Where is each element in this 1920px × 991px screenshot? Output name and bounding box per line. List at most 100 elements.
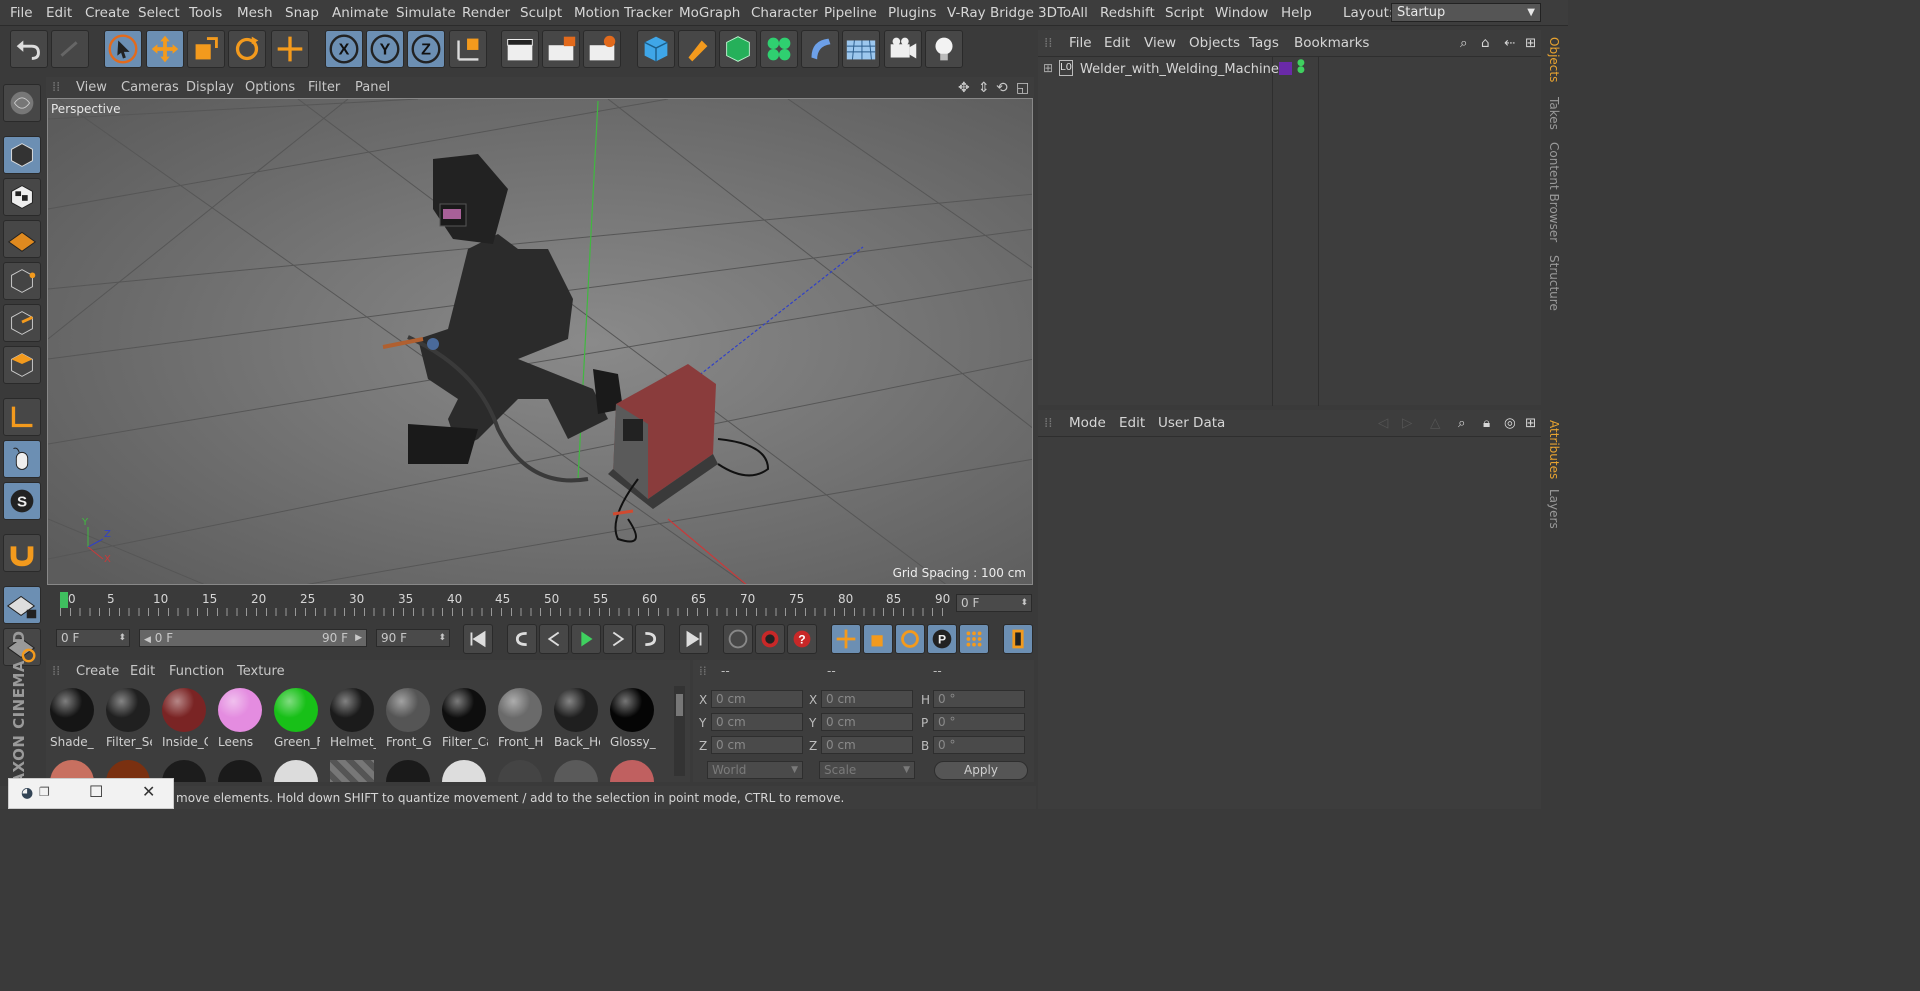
viewport-maximize-icon[interactable]: ◱ (1016, 80, 1029, 96)
viewport-rotate-icon[interactable]: ⟲ (996, 80, 1008, 96)
attribute-menu-mode[interactable]: Mode (1069, 415, 1106, 431)
attribute-menu-edit[interactable]: Edit (1119, 415, 1145, 431)
material-swatch[interactable]: Inside_C (160, 686, 208, 749)
object-menu-tags[interactable]: Tags (1249, 35, 1279, 51)
object-name[interactable]: Welder_with_Welding_Machine (1080, 62, 1279, 77)
object-menu-edit[interactable]: Edit (1104, 35, 1130, 51)
world-dropdown[interactable]: World ▼ (707, 761, 803, 779)
menu-file[interactable]: File (10, 5, 33, 21)
new-window-icon[interactable]: ⊞ (1525, 35, 1536, 51)
viewport-menu-cameras[interactable]: Cameras (121, 80, 179, 95)
move-tool-button[interactable] (146, 30, 184, 68)
current-frame-field[interactable]: 0 F ⬍ (956, 594, 1032, 612)
transform-tool-button[interactable] (271, 30, 309, 68)
points-mode-button[interactable] (3, 262, 41, 300)
home-icon[interactable]: ⌂ (1481, 35, 1490, 51)
timeline-window-button[interactable] (1003, 624, 1033, 654)
menu-character[interactable]: Character (751, 5, 818, 21)
keyframe-selection-button[interactable]: ? (787, 624, 817, 654)
menu-help[interactable]: Help (1281, 5, 1312, 21)
rotation-p-field[interactable]: 0 ° (933, 713, 1025, 731)
playhead[interactable] (60, 592, 68, 608)
material-swatch[interactable]: Shade_ (48, 686, 96, 749)
polygons-mode-button[interactable] (3, 346, 41, 384)
menu-snap[interactable]: Snap (285, 5, 319, 21)
material-swatch[interactable]: Front_G (384, 686, 432, 749)
axis-mode-button[interactable] (3, 398, 41, 436)
tweak-mode-button[interactable] (3, 440, 41, 478)
end-frame-field[interactable]: 90 F ⬍ (376, 629, 450, 647)
material-swatch[interactable]: Filter_Se (104, 686, 152, 749)
menu-motion-tracker[interactable]: Motion Tracker (574, 5, 673, 21)
rotation-b-field[interactable]: 0 ° (933, 736, 1025, 754)
previous-key-button[interactable] (507, 624, 537, 654)
material-scrollbar[interactable] (674, 686, 685, 776)
timeline-ruler[interactable]: 0 5 10 15 20 25 30 35 40 45 50 55 60 65 … (46, 588, 1034, 618)
tab-objects[interactable]: Objects (1547, 37, 1561, 82)
up-arrow-icon[interactable]: △ (1430, 415, 1440, 431)
tab-attributes[interactable]: Attributes (1547, 420, 1561, 479)
viewport-menu-display[interactable]: Display (186, 80, 234, 95)
object-menu-bookmarks[interactable]: Bookmarks (1294, 35, 1369, 51)
select-tool-button[interactable] (104, 30, 142, 68)
material-menu-texture[interactable]: Texture (237, 664, 285, 679)
material-menu-edit[interactable]: Edit (130, 664, 155, 679)
viewport-menu-options[interactable]: Options (245, 80, 295, 95)
y-axis-lock-button[interactable]: Y (366, 30, 404, 68)
redo-button[interactable] (51, 30, 89, 68)
menu-vray-bridge[interactable]: V-Ray Bridge (947, 5, 1034, 21)
layer-color-swatch[interactable] (1279, 62, 1292, 75)
menu-select[interactable]: Select (138, 5, 180, 21)
material-swatch[interactable]: Glossy_ (608, 686, 656, 749)
undo-button[interactable] (10, 30, 48, 68)
autokey-button[interactable] (755, 624, 785, 654)
play-button[interactable] (571, 624, 601, 654)
menu-edit[interactable]: Edit (46, 5, 72, 21)
menu-animate[interactable]: Animate (332, 5, 389, 21)
size-z-field[interactable]: 0 cm (821, 736, 913, 754)
lock-icon[interactable]: 🔒︎ (1483, 415, 1490, 431)
menu-3dtoall[interactable]: 3DToAll (1038, 5, 1088, 21)
layout-dropdown[interactable]: Startup ▼ (1391, 3, 1541, 22)
maximize-icon[interactable]: ☐ (89, 782, 103, 801)
menu-render[interactable]: Render (462, 5, 510, 21)
model-mode-button[interactable] (3, 136, 41, 174)
rotation-h-field[interactable]: 0 ° (933, 690, 1025, 708)
object-menu-view[interactable]: View (1144, 35, 1176, 51)
search-icon[interactable]: ⌕ (1460, 35, 1468, 51)
viewport-zoom-icon[interactable]: ⇕ (978, 80, 990, 96)
tab-takes[interactable]: Takes (1547, 97, 1561, 130)
close-icon[interactable]: ✕ (142, 782, 155, 801)
object-menu-file[interactable]: File (1069, 35, 1092, 51)
tab-content-browser[interactable]: Content Browser (1547, 142, 1561, 242)
tab-layers[interactable]: Layers (1547, 489, 1561, 529)
scale-tool-button[interactable] (187, 30, 225, 68)
viewport-menu-filter[interactable]: Filter (308, 80, 340, 95)
previous-frame-button[interactable] (539, 624, 569, 654)
key-scale-button[interactable] (863, 624, 893, 654)
size-x-field[interactable]: 0 cm (821, 690, 913, 708)
start-frame-field[interactable]: 0 F ⬍ (56, 629, 130, 647)
add-subdivision-button[interactable] (719, 30, 757, 68)
render-picture-viewer-button[interactable] (542, 30, 580, 68)
position-x-field[interactable]: 0 cm (711, 690, 803, 708)
forward-arrow-icon[interactable]: ▷ (1402, 415, 1412, 431)
render-settings-button[interactable] (583, 30, 621, 68)
make-editable-button[interactable] (3, 84, 41, 122)
material-swatch[interactable]: Front_H (496, 686, 544, 749)
record-active-button[interactable] (723, 624, 753, 654)
material-swatch[interactable]: Green_F (272, 686, 320, 749)
target-icon[interactable]: ◎ (1504, 415, 1516, 431)
scale-dropdown[interactable]: Scale ▼ (819, 761, 915, 779)
key-rotation-button[interactable] (895, 624, 925, 654)
edges-mode-button[interactable] (3, 304, 41, 342)
menu-mograph[interactable]: MoGraph (679, 5, 740, 21)
viewport-pan-icon[interactable]: ✥ (958, 80, 970, 96)
x-axis-lock-button[interactable]: X (325, 30, 363, 68)
object-row[interactable]: ⊞ L0 Welder_with_Welding_Machine ● ● (1038, 59, 1541, 81)
visibility-dots-icon[interactable]: ● ● (1297, 59, 1305, 75)
add-spline-pen-button[interactable] (678, 30, 716, 68)
material-swatch[interactable]: Helmet_ (328, 686, 376, 749)
texture-mode-button[interactable] (3, 178, 41, 216)
go-to-end-button[interactable] (679, 624, 709, 654)
